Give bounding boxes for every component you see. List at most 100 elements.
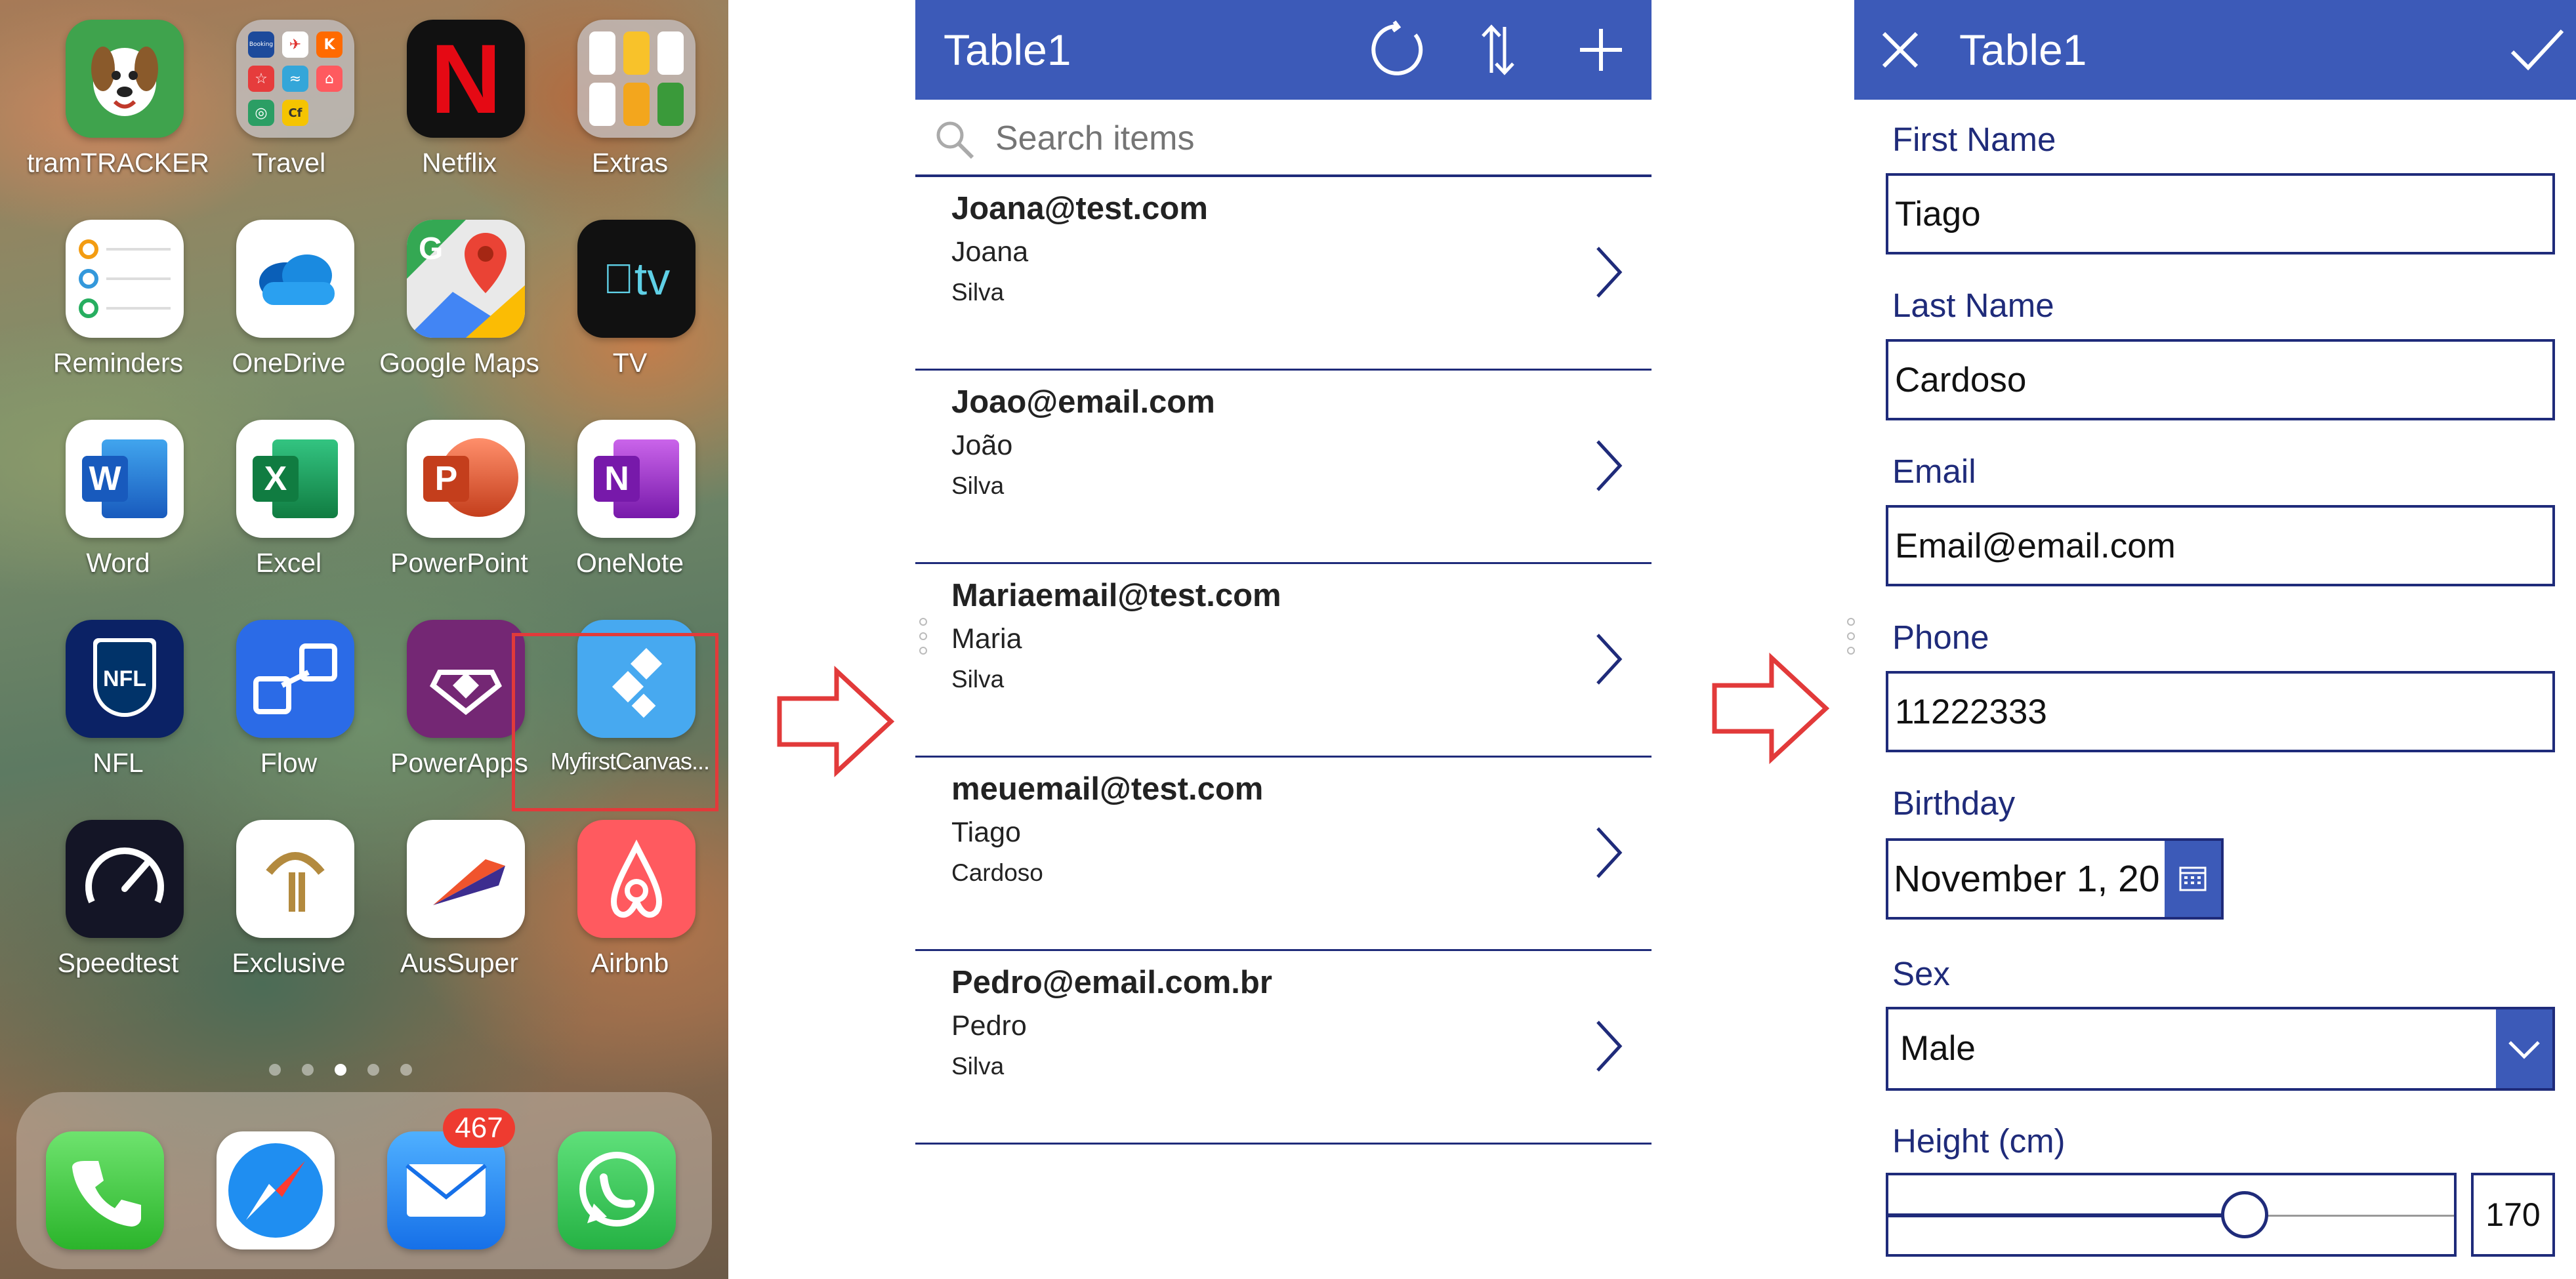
page-dot[interactable] (367, 1064, 379, 1076)
compass-icon[interactable] (217, 1131, 335, 1249)
app-reminders[interactable]: Reminders (33, 220, 203, 420)
chevron-right-icon[interactable] (1592, 630, 1625, 689)
browse-header: Table1 (915, 0, 1652, 100)
app-label: Travel (251, 148, 326, 178)
birthday-label: Birthday (1892, 784, 2016, 822)
resize-handle-icon[interactable] (919, 617, 928, 656)
folder-icon: Booking ✈ K ☆ ≈ ⌂ ◎ Cf (236, 20, 354, 138)
app-netflix[interactable]: N Netflix (374, 20, 545, 220)
slider-thumb[interactable] (2221, 1191, 2268, 1238)
birthday-date-picker[interactable]: November 1, 20 (1886, 838, 2224, 920)
page-dot[interactable] (335, 1064, 346, 1076)
svg-text:G: G (419, 232, 443, 266)
sex-value: Male (1900, 1029, 1976, 1068)
chevron-right-icon[interactable] (1592, 823, 1625, 882)
airbnb-icon (577, 820, 696, 938)
iphone-home-screen: tramTRACKER Booking ✈ K ☆ ≈ ⌂ ◎ Cf Trave… (0, 0, 728, 1279)
calendar-button[interactable] (2165, 841, 2221, 917)
sort-button[interactable] (1465, 17, 1531, 83)
page-dot[interactable] (400, 1064, 412, 1076)
refresh-button[interactable] (1366, 17, 1432, 83)
sex-label: Sex (1892, 955, 1950, 992)
first-name-label: First Name (1892, 121, 2056, 158)
item-email: Joao@email.com (951, 384, 1215, 420)
app-nfl[interactable]: NFL NFL (33, 620, 203, 820)
app-powerpoint[interactable]: P PowerPoint (374, 420, 545, 620)
phone-icon[interactable] (46, 1131, 164, 1249)
whatsapp-icon[interactable] (558, 1131, 676, 1249)
edit-title: Table1 (1959, 26, 2087, 74)
chevron-right-icon[interactable] (1592, 243, 1625, 302)
folder-icon (577, 20, 696, 138)
chevron-right-icon[interactable] (1592, 1017, 1625, 1076)
item-last-name: Cardoso (951, 859, 1043, 886)
star-mini-icon: ☆ (248, 66, 274, 92)
app-onenote[interactable]: N OneNote (545, 420, 715, 620)
phone-field[interactable] (1886, 671, 2555, 752)
sex-dropdown[interactable]: Male (1886, 1007, 2555, 1091)
page-indicator[interactable] (269, 1064, 466, 1084)
app-travel[interactable]: Booking ✈ K ☆ ≈ ⌂ ◎ Cf Travel (203, 20, 374, 220)
browse-screen: Table1 Jo (915, 0, 1652, 1279)
app-tv[interactable]: tv TV (545, 220, 715, 420)
nfl-icon: NFL (66, 620, 184, 738)
add-item-button[interactable] (1568, 17, 1634, 83)
exclusive-icon (236, 820, 354, 938)
last-name-field[interactable] (1886, 339, 2555, 420)
app-label: Excel (255, 548, 322, 578)
search-input[interactable] (994, 113, 1587, 164)
list-item[interactable]: Pedro@email.com.br Pedro Silva (915, 951, 1652, 1145)
right-arrow-icon (1712, 653, 1830, 764)
app-airbnb[interactable]: Airbnb (545, 820, 715, 1020)
app-label: Extras (591, 148, 669, 178)
app-label: Airbnb (591, 948, 669, 978)
edit-screen: Table1 First Name Last Name Email Phone … (1847, 0, 2576, 1279)
list-item[interactable]: Joana@test.com Joana Silva (915, 177, 1652, 371)
list-item[interactable]: Joao@email.com João Silva (915, 371, 1652, 564)
app-label: TV (612, 348, 648, 378)
item-last-name: Silva (951, 1053, 1005, 1080)
submit-button[interactable] (2504, 17, 2569, 83)
speedometer-icon (66, 820, 184, 938)
item-first-name: Joana (951, 236, 1029, 268)
onenote-icon: N (577, 420, 696, 538)
sort-icon (1482, 24, 1514, 75)
mail-icon[interactable] (387, 1131, 505, 1249)
page-dot[interactable] (302, 1064, 314, 1076)
page-dot[interactable] (269, 1064, 281, 1076)
app-speedtest[interactable]: Speedtest (33, 820, 203, 1020)
app-googlemaps[interactable]: G Google Maps (374, 220, 545, 420)
chevron-down-icon (2508, 1041, 2540, 1059)
birthday-value: November 1, 20 (1894, 858, 2160, 900)
powerpoint-icon: P (407, 420, 525, 538)
app-word[interactable]: W Word (33, 420, 203, 620)
app-exclusive[interactable]: Exclusive (203, 820, 374, 1020)
app-excel[interactable]: X Excel (203, 420, 374, 620)
height-value: 170 (2471, 1173, 2555, 1257)
app-tramtracker[interactable]: tramTRACKER (27, 20, 209, 220)
house-mini-icon: ⌂ (316, 66, 343, 92)
right-arrow-icon (777, 666, 895, 777)
app-aussuper[interactable]: AusSuper (374, 820, 545, 1020)
app-onedrive[interactable]: OneDrive (203, 220, 374, 420)
item-first-name: Maria (951, 623, 1022, 655)
search-bar (915, 100, 1652, 177)
dropdown-button[interactable] (2496, 1009, 2552, 1088)
app-flow[interactable]: Flow (203, 620, 374, 820)
app-label: Word (86, 548, 150, 578)
email-field[interactable] (1886, 505, 2555, 586)
flow-icon (236, 620, 354, 738)
wave-mini-icon: ≈ (282, 66, 308, 92)
apple-tv-icon: tv (577, 220, 696, 338)
height-slider[interactable] (1886, 1173, 2457, 1257)
first-name-field[interactable] (1886, 173, 2555, 254)
cancel-button[interactable] (1867, 17, 1933, 83)
list-item[interactable]: Mariaemail@test.com Maria Silva (915, 564, 1652, 758)
app-extras[interactable]: Extras (545, 20, 715, 220)
chevron-right-icon[interactable] (1592, 436, 1625, 495)
app-label: tramTRACKER (27, 148, 209, 178)
app-label: Speedtest (57, 948, 179, 978)
list-item[interactable]: meuemail@test.com Tiago Cardoso (915, 758, 1652, 951)
resize-handle-icon[interactable] (1846, 617, 1856, 656)
kayak-mini-icon: K (316, 31, 343, 58)
